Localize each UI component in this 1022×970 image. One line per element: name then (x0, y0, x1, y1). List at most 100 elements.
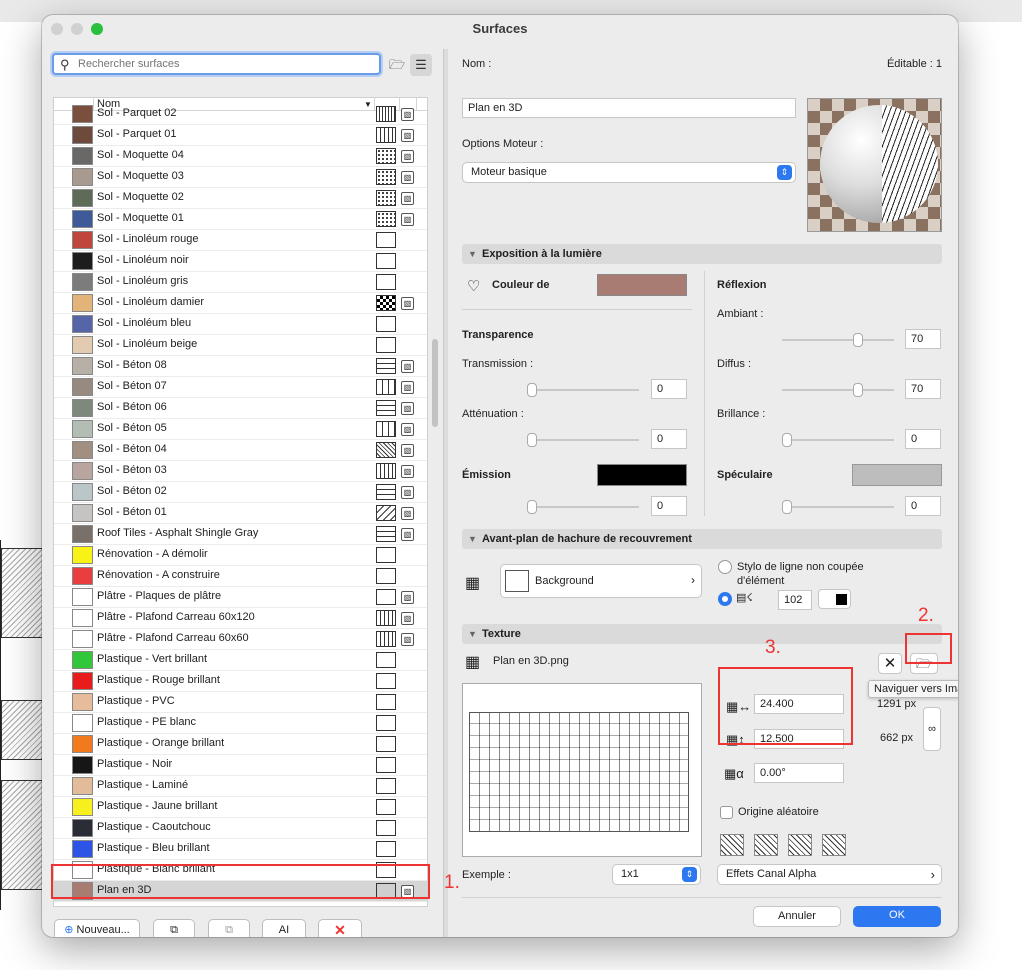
list-item[interactable]: Sol - Moquette 01 ▧ (54, 209, 427, 230)
attenuation-value[interactable]: 0 (651, 429, 687, 449)
list-item[interactable]: Plastique - Laminé (54, 776, 427, 797)
emission-value[interactable]: 0 (651, 496, 687, 516)
folder-view-icon[interactable]: 🗁 (386, 54, 408, 76)
list-item[interactable]: Sol - Moquette 02 ▧ (54, 188, 427, 209)
section-overlay-header[interactable]: ▼ Avant-plan de hachure de recouvrement (462, 529, 942, 549)
list-item[interactable]: Sol - Béton 04 ▧ (54, 440, 427, 461)
search-input[interactable] (78, 56, 368, 72)
list-item[interactable]: Sol - Parquet 02 ▧ (54, 104, 427, 125)
color-swatch (72, 273, 93, 291)
list-item[interactable]: Sol - Linoléum damier ▧ (54, 293, 427, 314)
pen-radio-selected[interactable] (718, 592, 732, 606)
list-item[interactable]: Sol - Béton 03 ▧ (54, 461, 427, 482)
transmission-slider[interactable] (527, 383, 639, 397)
mirror-xy-option[interactable] (822, 834, 846, 856)
color-picker-icon: ♡ (467, 278, 481, 295)
link-proportions-button[interactable]: ∞ (923, 707, 941, 751)
list-item[interactable]: Roof Tiles - Asphalt Shingle Gray ▧ (54, 524, 427, 545)
list-item[interactable]: Sol - Béton 01 ▧ (54, 503, 427, 524)
list-item[interactable]: Rénovation - A construire (54, 566, 427, 587)
delete-button[interactable]: ✕ (318, 919, 362, 937)
list-item[interactable]: Plastique - Bleu brillant (54, 839, 427, 860)
list-item-label: Sol - Béton 06 (97, 401, 167, 413)
list-item[interactable]: Plâtre - Plafond Carreau 60x120 ▧ (54, 608, 427, 629)
list-item[interactable]: Plâtre - Plafond Carreau 60x60 ▧ (54, 629, 427, 650)
list-item[interactable]: Sol - Béton 02 ▧ (54, 482, 427, 503)
surface-color-swatch[interactable] (597, 274, 687, 296)
zoom-window-button[interactable] (91, 23, 103, 35)
list-item[interactable]: Sol - Béton 07 ▧ (54, 377, 427, 398)
emission-color-swatch[interactable] (597, 464, 687, 486)
list-item[interactable]: Plâtre - Plaques de plâtre ▧ (54, 587, 427, 608)
list-item[interactable]: Sol - Béton 05 ▧ (54, 419, 427, 440)
specular-color-swatch[interactable] (852, 464, 942, 486)
example-select[interactable]: 1x1 ⇕ (612, 864, 701, 885)
list-item[interactable]: Plastique - Caoutchouc (54, 818, 427, 839)
cancel-button[interactable]: Annuler (753, 906, 841, 927)
diffuse-value[interactable]: 70 (905, 379, 941, 399)
list-view-icon[interactable]: ☰ (410, 54, 432, 76)
name-field[interactable]: Plan en 3D (462, 98, 796, 118)
random-origin-checkbox[interactable] (720, 806, 733, 819)
section-lighting-header[interactable]: ▼ Exposition à la lumière (462, 244, 942, 264)
list-item[interactable]: Plastique - PVC (54, 692, 427, 713)
ok-button[interactable]: OK (853, 906, 941, 927)
list-item[interactable]: Plastique - Rouge brillant (54, 671, 427, 692)
close-window-button[interactable] (51, 23, 63, 35)
list-item[interactable]: Sol - Linoléum noir (54, 251, 427, 272)
uncut-pen-radio[interactable] (718, 560, 732, 574)
emission-slider[interactable] (527, 500, 639, 514)
pen-number-field[interactable]: 102 (778, 590, 812, 610)
pen-color-select[interactable] (818, 589, 851, 609)
minimize-window-button[interactable] (71, 23, 83, 35)
list-item[interactable]: Sol - Linoléum rouge (54, 230, 427, 251)
list-scrollbar[interactable] (431, 99, 439, 905)
alpha-channel-select[interactable]: Effets Canal Alpha › (717, 864, 942, 885)
list-item[interactable]: Sol - Linoléum gris (54, 272, 427, 293)
rename-button[interactable]: AI (262, 919, 306, 937)
list-item[interactable]: Sol - Moquette 03 ▧ (54, 167, 427, 188)
section-texture-header[interactable]: ▼ Texture (462, 624, 942, 644)
list-item[interactable]: Sol - Béton 06 ▧ (54, 398, 427, 419)
list-rows: Sol - Parquet 02 ▧ Sol - Parquet 01 ▧ Sol - … (54, 104, 427, 902)
transmission-value[interactable]: 0 (651, 379, 687, 399)
ambient-slider[interactable] (782, 333, 894, 347)
list-item[interactable]: Sol - Parquet 01 ▧ (54, 125, 427, 146)
scrollbar-thumb[interactable] (432, 339, 438, 427)
fill-pattern-icon (376, 610, 396, 626)
list-item-label: Plastique - Jaune brillant (97, 800, 218, 812)
background-fill-select[interactable]: Background › (500, 564, 702, 598)
attenuation-slider[interactable] (527, 433, 639, 447)
list-item[interactable]: Plastique - Jaune brillant (54, 797, 427, 818)
duplicate-button[interactable]: ⧉ (153, 919, 195, 937)
mirror-x-option[interactable] (754, 834, 778, 856)
list-item[interactable]: Sol - Linoléum bleu (54, 314, 427, 335)
list-item[interactable]: Sol - Linoléum beige (54, 335, 427, 356)
shine-slider[interactable] (782, 433, 894, 447)
list-item[interactable]: Rénovation - A démolir (54, 545, 427, 566)
list-item[interactable]: Plastique - Orange brillant (54, 734, 427, 755)
search-field[interactable]: ⚲ (52, 53, 381, 75)
specular-value[interactable]: 0 (905, 496, 941, 516)
mirror-y-option[interactable] (788, 834, 812, 856)
import-button[interactable]: ⧉ (208, 919, 250, 937)
panel-divider[interactable] (443, 49, 448, 937)
list-item[interactable]: Plastique - Vert brillant (54, 650, 427, 671)
disclosure-triangle-icon: ▼ (468, 629, 477, 639)
list-item[interactable]: Plastique - PE blanc (54, 713, 427, 734)
list-item[interactable]: Sol - Béton 08 ▧ (54, 356, 427, 377)
chevron-updown-icon: ⇕ (777, 165, 792, 180)
texture-image-icon: ▧ (401, 423, 414, 436)
specular-slider[interactable] (782, 500, 894, 514)
texture-angle-field[interactable]: 0.00° (754, 763, 844, 783)
engine-select[interactable]: Moteur basique ⇕ (462, 162, 796, 183)
fill-pattern-icon (376, 694, 396, 710)
diffuse-slider[interactable] (782, 383, 894, 397)
list-item[interactable]: Plastique - Noir (54, 755, 427, 776)
remove-texture-button[interactable]: ✕ (878, 653, 902, 674)
list-item[interactable]: Sol - Moquette 04 ▧ (54, 146, 427, 167)
new-surface-button[interactable]: ⊕ Nouveau... (54, 919, 140, 937)
ambient-value[interactable]: 70 (905, 329, 941, 349)
mirror-none-option[interactable] (720, 834, 744, 856)
shine-value[interactable]: 0 (905, 429, 941, 449)
